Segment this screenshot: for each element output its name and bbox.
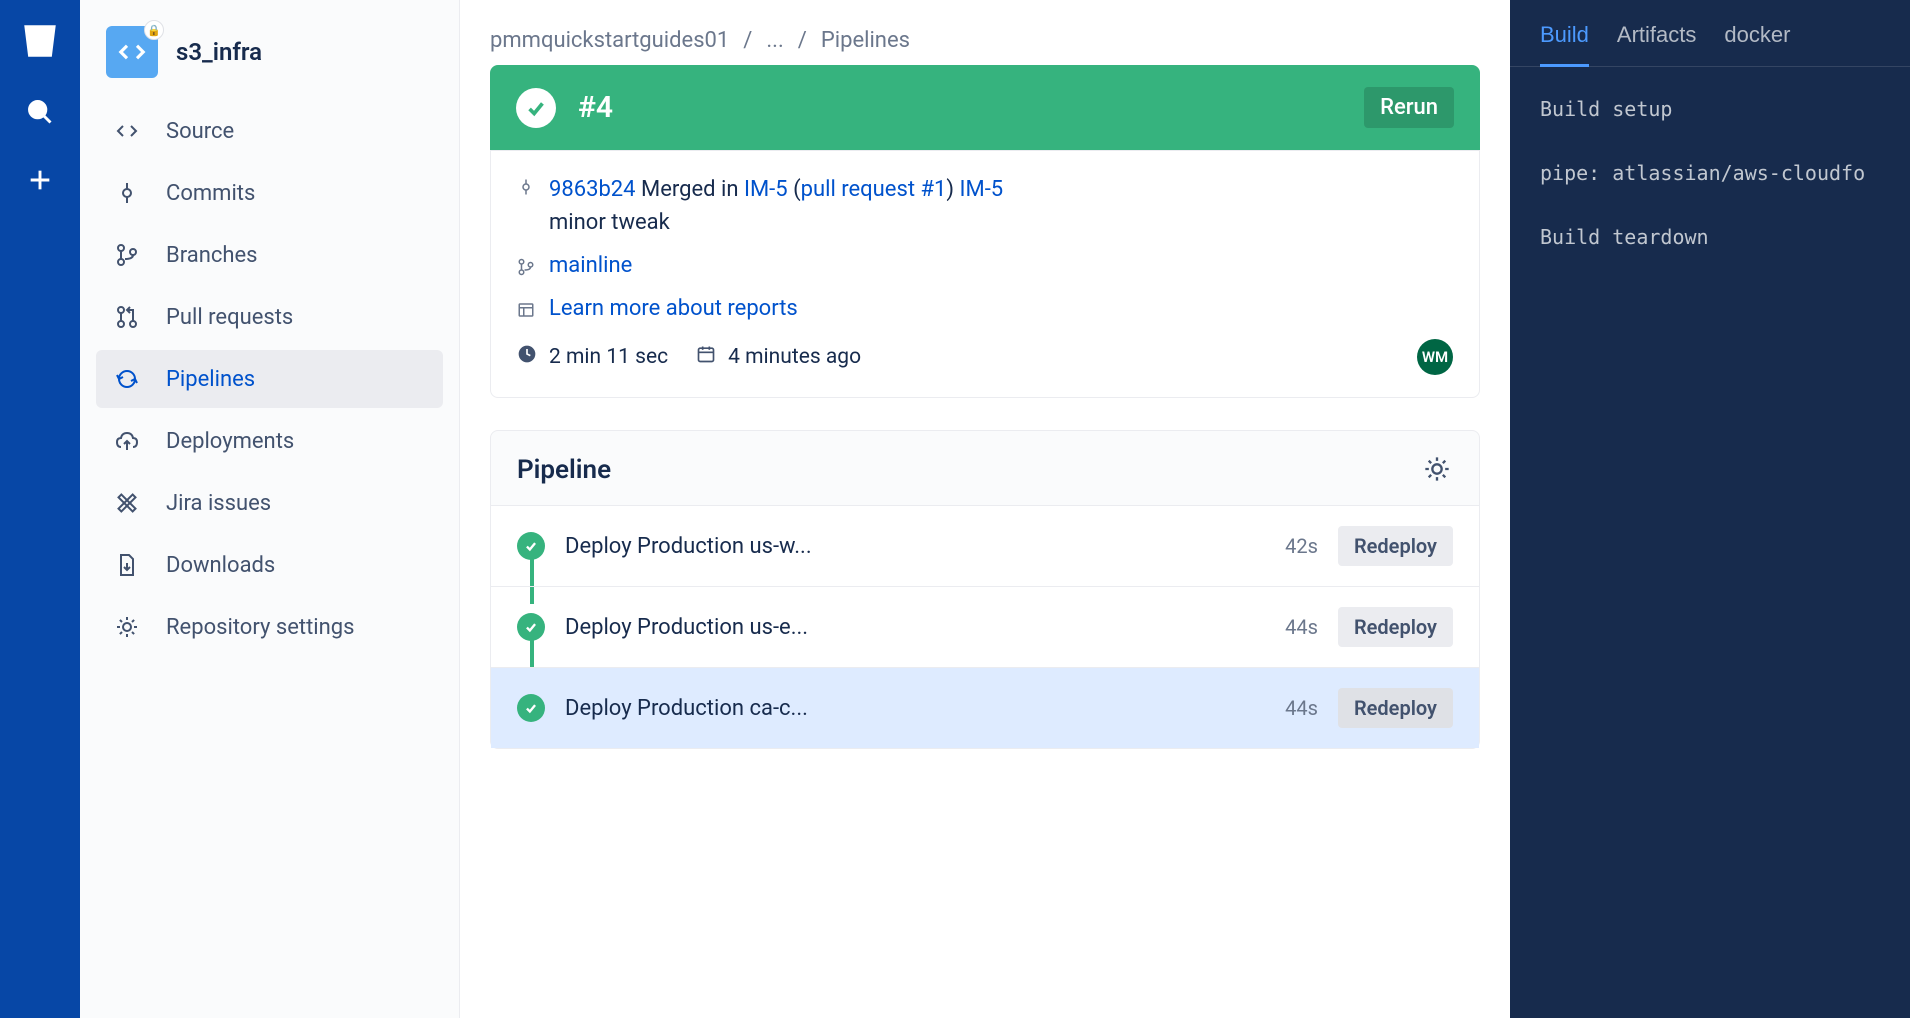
pipeline-stage[interactable]: Deploy Production ca-c... 44s Redeploy bbox=[491, 667, 1479, 748]
sidebar-item-label: Downloads bbox=[166, 553, 275, 578]
sidebar-item-label: Pull requests bbox=[166, 305, 293, 330]
clock-icon bbox=[517, 344, 537, 370]
breadcrumb-segment[interactable]: pmmquickstartguides01 bbox=[490, 28, 729, 53]
breadcrumb: pmmquickstartguides01 / ... / Pipelines bbox=[490, 28, 1480, 53]
repo-avatar-icon: 🔒 bbox=[106, 26, 158, 78]
sidebar-item-source[interactable]: Source bbox=[96, 102, 443, 160]
sidebar-item-downloads[interactable]: Downloads bbox=[96, 536, 443, 594]
issue-link[interactable]: IM-5 bbox=[744, 177, 788, 202]
rerun-button[interactable]: Rerun bbox=[1364, 87, 1454, 128]
code-icon bbox=[114, 118, 140, 144]
lock-icon: 🔒 bbox=[144, 20, 164, 40]
tab-artifacts[interactable]: Artifacts bbox=[1617, 22, 1696, 66]
branch-icon bbox=[517, 257, 537, 282]
breadcrumb-separator: / bbox=[743, 28, 752, 53]
issue-link[interactable]: IM-5 bbox=[960, 177, 1004, 202]
success-check-icon bbox=[517, 613, 545, 641]
search-icon[interactable] bbox=[20, 92, 60, 132]
create-icon[interactable] bbox=[20, 160, 60, 200]
repo-header: 🔒 s3_infra bbox=[96, 26, 443, 102]
branch-link[interactable]: mainline bbox=[549, 253, 632, 278]
log-line[interactable]: Build setup bbox=[1540, 97, 1880, 121]
sidebar-item-pipelines[interactable]: Pipelines bbox=[96, 350, 443, 408]
sidebar-item-label: Repository settings bbox=[166, 615, 355, 640]
bitbucket-logo-icon[interactable] bbox=[17, 18, 63, 64]
pipeline-stage[interactable]: Deploy Production us-e... 44s Redeploy bbox=[491, 586, 1479, 667]
breadcrumb-separator: / bbox=[798, 28, 807, 53]
tab-build[interactable]: Build bbox=[1540, 22, 1589, 67]
sidebar-item-deployments[interactable]: Deployments bbox=[96, 412, 443, 470]
sidebar-item-label: Jira issues bbox=[166, 491, 271, 516]
stage-duration: 42s bbox=[1285, 534, 1318, 558]
stage-name: Deploy Production ca-c... bbox=[565, 696, 1265, 721]
branch-icon bbox=[114, 242, 140, 268]
pull-request-icon bbox=[114, 304, 140, 330]
pull-request-link[interactable]: pull request #1 bbox=[801, 177, 947, 202]
main-content: pmmquickstartguides01 / ... / Pipelines … bbox=[460, 0, 1510, 1018]
stage-list: Deploy Production us-w... 42s Redeploy D… bbox=[491, 505, 1479, 748]
stage-name: Deploy Production us-e... bbox=[565, 615, 1265, 640]
redeploy-button[interactable]: Redeploy bbox=[1338, 607, 1453, 647]
commit-line: 9863b24 Merged in IM-5 (pull request #1)… bbox=[517, 173, 1453, 239]
log-output: Build setup pipe: atlassian/aws-cloudfo … bbox=[1510, 67, 1910, 279]
run-meta: 2 min 11 sec 4 minutes ago WM bbox=[517, 339, 1453, 375]
commit-msg-text: Merged in bbox=[636, 177, 744, 202]
reports-icon bbox=[517, 300, 537, 325]
sidebar-item-pull-requests[interactable]: Pull requests bbox=[96, 288, 443, 346]
gear-icon[interactable] bbox=[1423, 455, 1453, 485]
jira-icon bbox=[114, 490, 140, 516]
sidebar-item-jira-issues[interactable]: Jira issues bbox=[96, 474, 443, 532]
sidebar-item-label: Pipelines bbox=[166, 367, 255, 392]
success-check-icon bbox=[517, 532, 545, 560]
commit-icon bbox=[114, 180, 140, 206]
success-check-icon bbox=[517, 694, 545, 722]
run-details: 9863b24 Merged in IM-5 (pull request #1)… bbox=[490, 150, 1480, 398]
sidebar-item-label: Branches bbox=[166, 243, 258, 268]
log-line[interactable]: Build teardown bbox=[1540, 225, 1880, 249]
pipeline-stage[interactable]: Deploy Production us-w... 42s Redeploy bbox=[491, 505, 1479, 586]
pipeline-title: Pipeline bbox=[517, 455, 1423, 485]
success-check-icon bbox=[516, 88, 556, 128]
download-icon bbox=[114, 552, 140, 578]
sidebar-nav: Source Commits Branches Pull requests Pi… bbox=[96, 102, 443, 656]
redeploy-button[interactable]: Redeploy bbox=[1338, 526, 1453, 566]
redeploy-button[interactable]: Redeploy bbox=[1338, 688, 1453, 728]
stage-duration: 44s bbox=[1285, 696, 1318, 720]
pipelines-icon bbox=[114, 366, 140, 392]
pipeline-header: Pipeline bbox=[491, 441, 1479, 505]
commit-msg-text: minor tweak bbox=[549, 210, 670, 235]
gear-icon bbox=[114, 614, 140, 640]
stage-name: Deploy Production us-w... bbox=[565, 534, 1265, 559]
log-line[interactable]: pipe: atlassian/aws-cloudfo bbox=[1540, 161, 1880, 185]
repo-title: s3_infra bbox=[176, 38, 262, 66]
cloud-upload-icon bbox=[114, 428, 140, 454]
log-panel: Build Artifacts docker Build setup pipe:… bbox=[1510, 0, 1910, 1018]
reports-link[interactable]: Learn more about reports bbox=[549, 296, 798, 321]
run-header: #4 Rerun bbox=[490, 65, 1480, 150]
sidebar-item-branches[interactable]: Branches bbox=[96, 226, 443, 284]
branch-line: mainline bbox=[517, 253, 1453, 282]
breadcrumb-segment[interactable]: Pipelines bbox=[821, 28, 910, 53]
sidebar-item-repository-settings[interactable]: Repository settings bbox=[96, 598, 443, 656]
stage-duration: 44s bbox=[1285, 615, 1318, 639]
sidebar-item-label: Commits bbox=[166, 181, 255, 206]
repo-sidebar: 🔒 s3_infra Source Commits Branches Pull … bbox=[80, 0, 460, 1018]
reports-line: Learn more about reports bbox=[517, 296, 1453, 325]
tab-docker[interactable]: docker bbox=[1724, 22, 1790, 66]
run-duration: 2 min 11 sec bbox=[549, 345, 668, 369]
run-number: #4 bbox=[578, 90, 1342, 125]
sidebar-item-label: Deployments bbox=[166, 429, 294, 454]
commit-hash-link[interactable]: 9863b24 bbox=[549, 177, 636, 202]
avatar[interactable]: WM bbox=[1417, 339, 1453, 375]
breadcrumb-ellipsis[interactable]: ... bbox=[766, 28, 783, 53]
log-tabs: Build Artifacts docker bbox=[1510, 0, 1910, 67]
sidebar-item-label: Source bbox=[166, 119, 234, 144]
commit-icon bbox=[517, 177, 537, 202]
calendar-icon bbox=[696, 344, 716, 370]
global-rail bbox=[0, 0, 80, 1018]
run-timestamp: 4 minutes ago bbox=[728, 345, 861, 369]
pipeline-card: Pipeline Deploy Production us-w... 42s R… bbox=[490, 430, 1480, 749]
sidebar-item-commits[interactable]: Commits bbox=[96, 164, 443, 222]
